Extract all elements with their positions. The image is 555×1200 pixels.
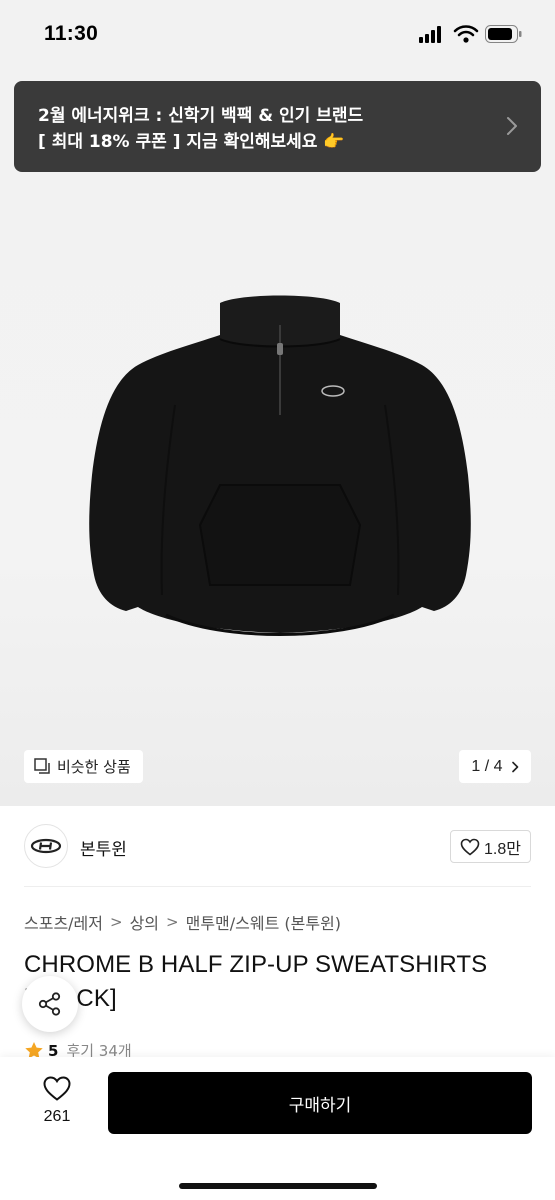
- chevron-right-icon: >: [110, 913, 123, 931]
- product-title: CHROME B HALF ZIP-UP SWEATSHIRTS [BLACK]: [24, 951, 488, 1012]
- similar-products-label: 비슷한 상품: [57, 758, 131, 776]
- promo-text-line1: 2월 에너지위크 : 신학기 백팩 & 인기 브랜드: [38, 106, 364, 126]
- gallery-page-indicator[interactable]: 1 / 4: [459, 750, 531, 783]
- heart-icon: [460, 838, 480, 856]
- status-time: 11:30: [44, 22, 99, 45]
- chevron-right-icon: [511, 761, 518, 772]
- product-image: [89, 295, 471, 636]
- breadcrumb-item-type[interactable]: 맨투맨/스웨트 (본투윈): [186, 910, 341, 934]
- promo-banner[interactable]: 2월 에너지위크 : 신학기 백팩 & 인기 브랜드 [ 최대 18% 쿠폰 ]…: [14, 81, 541, 172]
- status-bar: 11:30: [0, 0, 555, 70]
- status-icons: [419, 25, 522, 43]
- brand-logo-icon: [30, 838, 62, 854]
- buy-button[interactable]: 구매하기: [108, 1072, 532, 1134]
- wishlist-count: 261: [43, 1108, 71, 1125]
- wifi-icon: [453, 25, 479, 43]
- home-indicator: [179, 1183, 377, 1189]
- breadcrumb-item-subcategory[interactable]: 상의: [130, 910, 159, 934]
- promo-text-line2: [ 최대 18% 쿠폰 ] 지금 확인해보세요 👉: [38, 132, 345, 152]
- divider: [24, 886, 531, 887]
- brand-row: 본투윈 1.8만: [0, 806, 555, 886]
- brand-like-count: 1.8만: [484, 840, 521, 858]
- chevron-right-icon: >: [166, 913, 179, 931]
- wishlist-button[interactable]: 261: [22, 1075, 92, 1126]
- signal-icon: [419, 26, 441, 43]
- breadcrumb-item-category[interactable]: 스포츠/레저: [24, 910, 103, 934]
- share-icon: [38, 992, 61, 1016]
- battery-icon: [485, 25, 522, 43]
- brand-name[interactable]: 본투윈: [80, 835, 127, 860]
- brand-like-button[interactable]: 1.8만: [450, 830, 531, 863]
- page-indicator-text: 1 / 4: [471, 757, 503, 775]
- heart-icon: [43, 1076, 71, 1101]
- brand-logo[interactable]: [24, 824, 68, 868]
- similar-products-button[interactable]: 비슷한 상품: [24, 750, 143, 783]
- chevron-right-icon: [507, 117, 517, 135]
- similar-icon: [34, 758, 50, 774]
- breadcrumb: 스포츠/레저 > 상의 > 맨투맨/스웨트 (본투윈): [24, 910, 341, 934]
- bottom-action-bar: 261 구매하기: [0, 1057, 555, 1200]
- share-button[interactable]: [22, 976, 78, 1032]
